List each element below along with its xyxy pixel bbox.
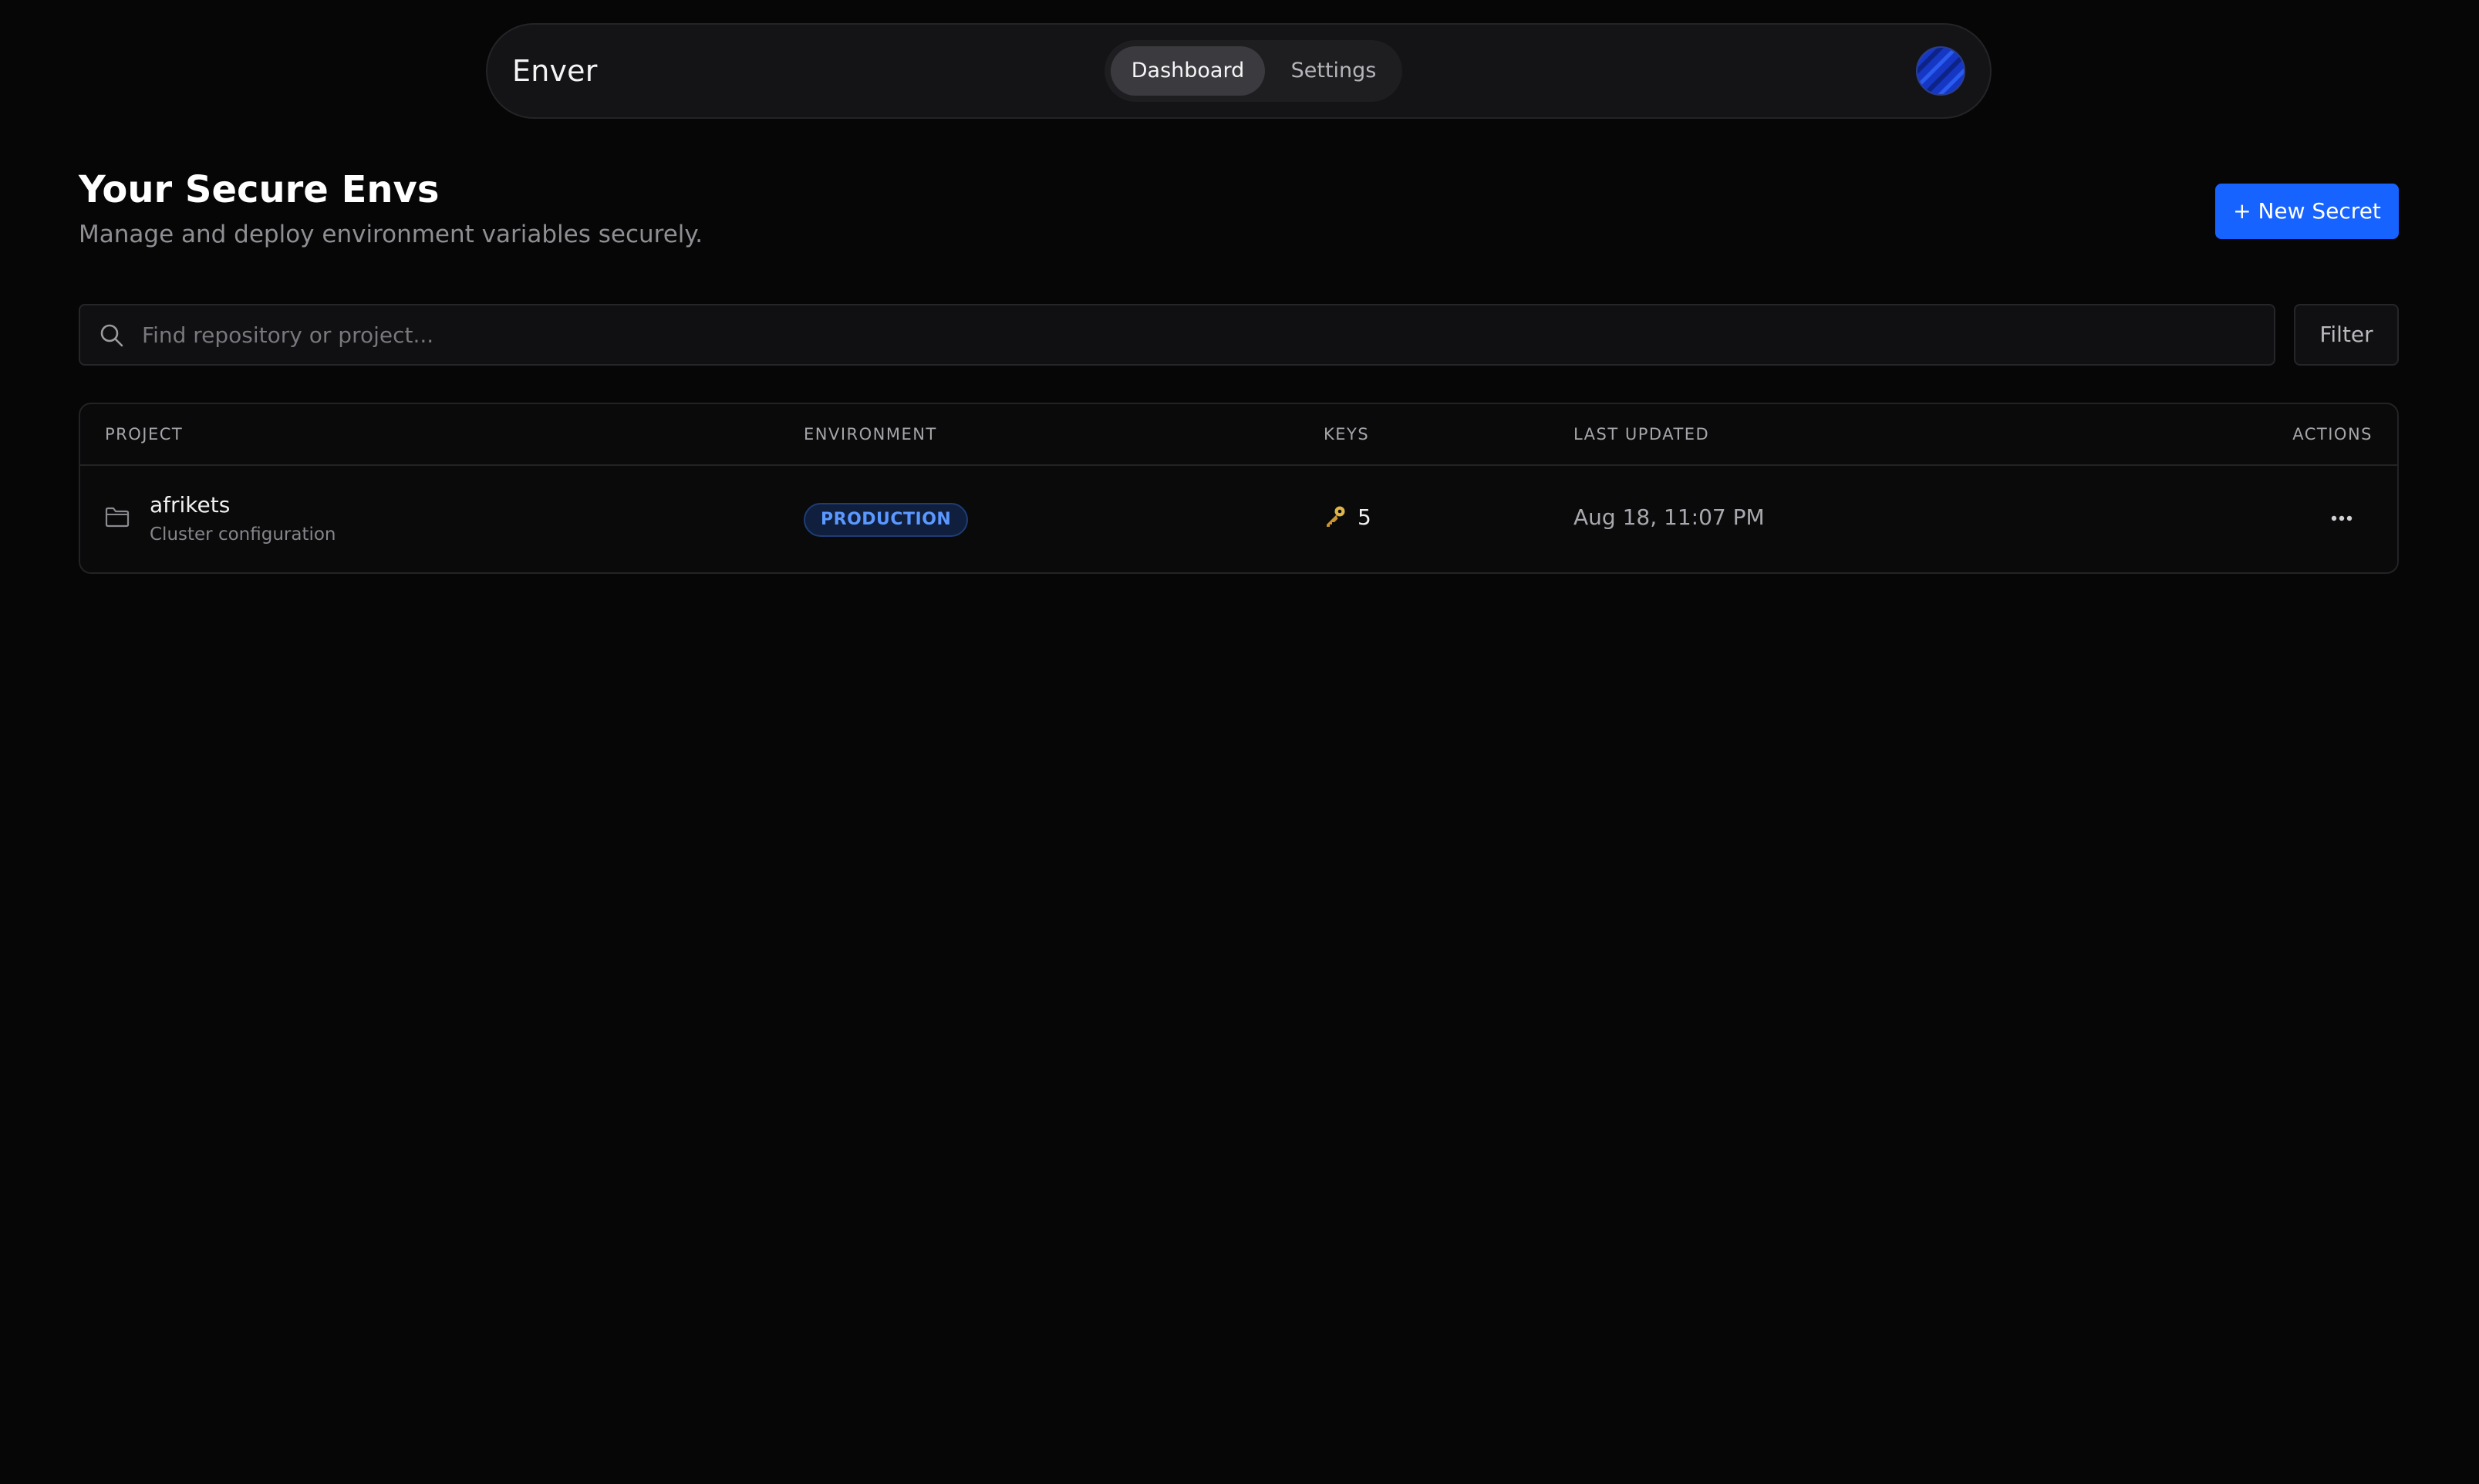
folder-icon (105, 507, 130, 528)
column-header-keys: KEYS (1324, 425, 1370, 444)
search-input[interactable] (142, 305, 2255, 364)
user-avatar-icon[interactable] (1916, 46, 1965, 96)
search-box (79, 304, 2275, 366)
new-secret-button[interactable]: + New Secret (2215, 184, 2399, 239)
projects-table: PROJECT ENVIRONMENT KEYS LAST UPDATED AC… (79, 403, 2399, 574)
last-updated-value: Aug 18, 11:07 PM (1573, 504, 1765, 530)
page-title: Your Secure Envs (79, 168, 440, 211)
environment-badge: PRODUCTION (804, 503, 969, 537)
page-subtitle: Manage and deploy environment variables … (79, 221, 703, 248)
brand-logo-text[interactable]: Enver (512, 25, 598, 117)
project-description: Cluster configuration (150, 524, 336, 545)
table-row[interactable]: afrikets Cluster configuration PRODUCTIO… (80, 466, 2397, 572)
more-actions-icon[interactable] (2320, 500, 2363, 537)
project-name[interactable]: afrikets (150, 492, 230, 518)
search-icon (100, 324, 123, 347)
top-navbar: Enver Dashboard Settings (486, 23, 1992, 119)
column-header-last-updated: LAST UPDATED (1573, 425, 1710, 444)
table-header: PROJECT ENVIRONMENT KEYS LAST UPDATED AC… (80, 404, 2397, 466)
nav-tabs: Dashboard Settings (1105, 40, 1402, 102)
column-header-project: PROJECT (105, 425, 184, 444)
tab-dashboard[interactable]: Dashboard (1111, 46, 1265, 96)
column-header-actions: ACTIONS (2292, 425, 2373, 444)
filter-button[interactable]: Filter (2294, 304, 2399, 366)
tab-settings[interactable]: Settings (1271, 46, 1396, 96)
key-icon (1327, 506, 1345, 527)
keys-count: 5 (1358, 504, 1371, 530)
column-header-environment: ENVIRONMENT (804, 425, 937, 444)
